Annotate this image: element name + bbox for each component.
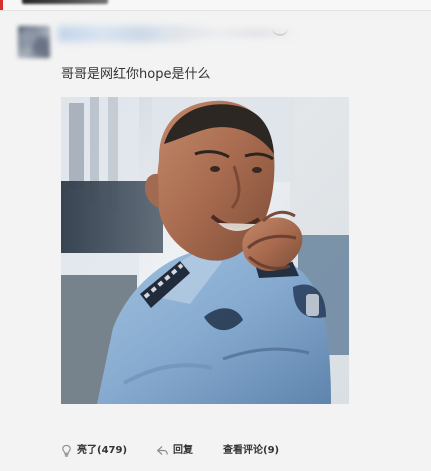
top-header-strip — [0, 0, 431, 11]
red-accent-mark — [0, 0, 3, 10]
view-comments-label: 查看评论(9) — [223, 445, 280, 456]
post-text: 哥哥是网红你hope是什么 — [61, 67, 211, 82]
reply-arrow-icon — [157, 446, 168, 455]
view-comments-button[interactable]: 查看评论(9) — [223, 442, 293, 460]
reply-label: 回复 — [173, 445, 193, 456]
reply-button[interactable]: 回复 — [156, 442, 200, 460]
blurred-header-title — [22, 0, 108, 4]
post-detail-screen: 哥哥是网红你hope是什么 亮了(479) 回复 查看评论(9) — [0, 0, 431, 471]
lightbulb-icon — [62, 444, 71, 457]
police-officer-photo — [61, 97, 349, 404]
like-button[interactable]: 亮了(479) — [60, 442, 132, 460]
blurred-avatar[interactable] — [18, 26, 50, 58]
like-count-label: 亮了(479) — [77, 445, 128, 456]
post-image[interactable] — [61, 97, 349, 404]
post-author-header — [18, 26, 413, 58]
